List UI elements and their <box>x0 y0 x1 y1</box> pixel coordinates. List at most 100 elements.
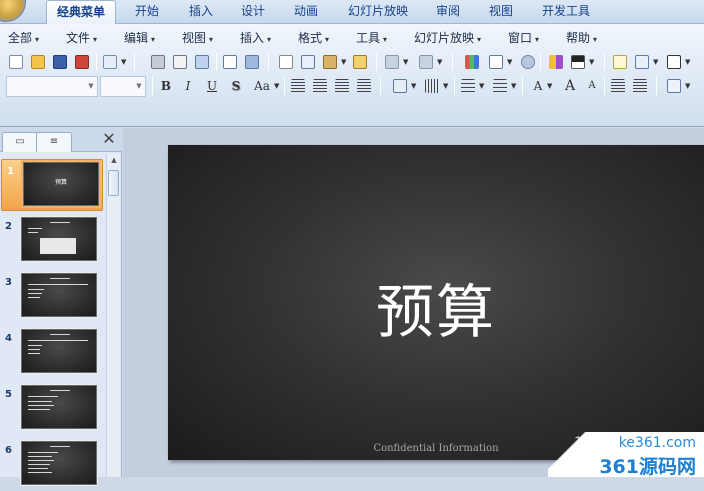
bullets-icon[interactable] <box>490 76 510 96</box>
slide-thumbnail-6[interactable]: 6 <box>0 439 106 491</box>
chevron-down-icon[interactable]: ▼ <box>507 52 515 72</box>
menu-format[interactable]: 格式 ▾ <box>298 28 329 48</box>
separator <box>604 77 605 95</box>
color-scheme-icon[interactable] <box>546 52 566 72</box>
hyperlink-icon[interactable] <box>518 52 538 72</box>
chevron-down-icon[interactable]: ▼ <box>685 52 693 72</box>
tab-outline[interactable]: ≡ <box>36 132 72 152</box>
tab-animations[interactable]: 动画 <box>283 0 329 24</box>
paste-icon[interactable] <box>320 52 340 72</box>
grayscale-icon[interactable] <box>568 52 588 72</box>
scrollbar-thumb[interactable] <box>108 170 119 196</box>
shadow-button[interactable]: S <box>226 76 246 96</box>
chevron-down-icon[interactable]: ▼ <box>133 77 145 96</box>
chevron-down-icon[interactable]: ▼ <box>589 52 597 72</box>
line-spacing-icon[interactable] <box>422 76 442 96</box>
slide-thumbnail-5[interactable]: 5 <box>0 383 106 435</box>
print-preview-icon[interactable] <box>170 52 190 72</box>
tab-insert[interactable]: 插入 <box>178 0 224 24</box>
chevron-down-icon[interactable]: ▼ <box>479 76 487 96</box>
tab-classic-menu[interactable]: 经典菜单 <box>46 0 116 25</box>
tab-developer[interactable]: 开发工具 <box>533 0 599 24</box>
justify-icon[interactable] <box>354 76 374 96</box>
chevron-down-icon[interactable]: ▼ <box>511 76 519 96</box>
bold-button[interactable]: B <box>156 76 176 96</box>
chevron-down-icon[interactable]: ▼ <box>653 52 661 72</box>
menu-insert[interactable]: 插入 ▾ <box>240 28 271 48</box>
underline-button[interactable]: U <box>202 76 222 96</box>
slide-number: 2 <box>5 221 12 232</box>
tab-view[interactable]: 视图 <box>478 0 524 24</box>
align-center-icon[interactable] <box>310 76 330 96</box>
chevron-down-icon[interactable]: ▼ <box>85 77 97 96</box>
chevron-down-icon[interactable]: ▼ <box>443 76 451 96</box>
tab-home[interactable]: 开始 <box>124 0 170 24</box>
slide-thumbnail-4[interactable]: 4 <box>0 327 106 379</box>
layout-icon[interactable] <box>192 52 212 72</box>
shrink-font-button[interactable]: A <box>582 76 602 96</box>
slide-layout-icon[interactable] <box>632 52 652 72</box>
office-button[interactable] <box>0 0 26 22</box>
slide-title[interactable]: 预算 <box>168 265 704 349</box>
spelling-icon[interactable] <box>220 52 240 72</box>
numbering-icon[interactable] <box>458 76 478 96</box>
menu-help[interactable]: 帮助 ▾ <box>566 28 597 48</box>
change-case-button[interactable]: Aa <box>250 76 274 96</box>
text-direction-icon[interactable] <box>390 76 410 96</box>
redo-icon[interactable] <box>416 52 436 72</box>
chevron-down-icon[interactable]: ▼ <box>547 76 555 96</box>
menu-view[interactable]: 视图 ▾ <box>182 28 213 48</box>
chevron-down-icon[interactable]: ▼ <box>685 76 693 96</box>
text-box-icon[interactable] <box>664 52 684 72</box>
print-icon[interactable] <box>148 52 168 72</box>
tab-slides[interactable]: ▭ <box>2 132 38 152</box>
grow-font-button[interactable]: A <box>560 76 580 96</box>
current-slide[interactable]: 预算 1 Confidential Information <box>168 145 704 460</box>
menu-edit[interactable]: 编辑 ▾ <box>124 28 155 48</box>
font-name-combo[interactable]: ▼ <box>6 76 98 97</box>
thumbnail-scrollbar[interactable]: ▲ <box>106 154 120 477</box>
undo-icon[interactable] <box>382 52 402 72</box>
slide-thumbnail-1[interactable]: 1 预算 <box>1 159 103 211</box>
new-icon[interactable] <box>6 52 26 72</box>
close-icon[interactable]: ✕ <box>101 131 117 147</box>
tab-slide-show[interactable]: 幻灯片放映 <box>340 0 416 24</box>
menu-all[interactable]: 全部 ▾ <box>8 28 39 48</box>
scroll-up-icon[interactable]: ▲ <box>109 156 119 166</box>
chevron-down-icon[interactable]: ▼ <box>274 76 282 96</box>
align-left-icon[interactable] <box>288 76 308 96</box>
menu-label: 插入 <box>240 31 265 45</box>
decrease-indent-icon[interactable] <box>608 76 628 96</box>
tab-review[interactable]: 审阅 <box>425 0 471 24</box>
tab-design[interactable]: 设计 <box>230 0 276 24</box>
slide-thumbnail-3[interactable]: 3 <box>0 271 106 323</box>
email-icon[interactable] <box>100 52 120 72</box>
increase-indent-icon[interactable] <box>630 76 650 96</box>
chevron-down-icon[interactable]: ▼ <box>403 52 411 72</box>
menu-tools[interactable]: 工具 ▾ <box>356 28 387 48</box>
font-color-button[interactable]: A <box>528 76 548 96</box>
insert-chart-icon[interactable] <box>462 52 482 72</box>
cut-icon[interactable] <box>276 52 296 72</box>
save-icon[interactable] <box>50 52 70 72</box>
menu-slide-show[interactable]: 幻灯片放映 ▾ <box>414 28 481 48</box>
slide-preview-title: 预算 <box>54 179 67 186</box>
research-icon[interactable] <box>242 52 262 72</box>
insert-table-icon[interactable] <box>486 52 506 72</box>
copy-icon[interactable] <box>298 52 318 72</box>
slide-thumbnail-2[interactable]: 2 <box>0 215 106 267</box>
italic-button[interactable]: I <box>178 76 198 96</box>
open-folder-icon[interactable] <box>28 52 48 72</box>
menu-window[interactable]: 窗口 ▾ <box>508 28 539 48</box>
chevron-down-icon[interactable]: ▼ <box>341 52 349 72</box>
font-size-combo[interactable]: ▼ <box>100 76 146 97</box>
menu-file[interactable]: 文件 ▾ <box>66 28 97 48</box>
format-painter-icon[interactable] <box>350 52 370 72</box>
permission-icon[interactable] <box>72 52 92 72</box>
slide-design-icon[interactable] <box>664 76 684 96</box>
new-slide-icon[interactable] <box>610 52 630 72</box>
chevron-down-icon[interactable]: ▼ <box>437 52 445 72</box>
chevron-down-icon[interactable]: ▼ <box>411 76 419 96</box>
chevron-down-icon[interactable]: ▼ <box>121 52 129 72</box>
align-right-icon[interactable] <box>332 76 352 96</box>
